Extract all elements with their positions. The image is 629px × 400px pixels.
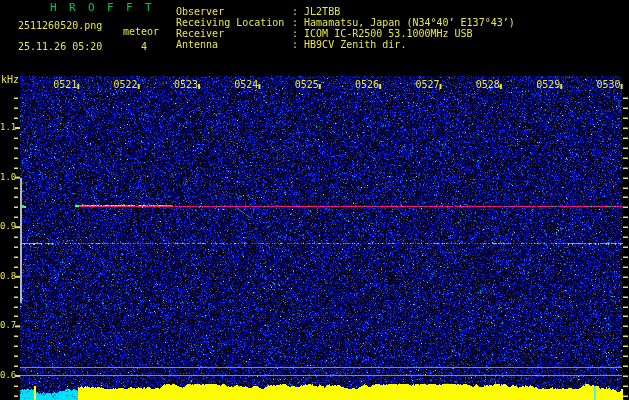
station-info: Observer: JL2TBBReceiving Location: Hama… bbox=[176, 6, 515, 50]
info-label: Receiver bbox=[176, 28, 292, 39]
hrofft-window: HROFFT 2511260520.png meteor 25.11.26 05… bbox=[0, 0, 629, 400]
info-row-3: Antenna: HB9CV Zenith dir. bbox=[176, 39, 515, 50]
x-tick-label-0526: 0526 bbox=[355, 80, 379, 90]
app-title: HROFFT bbox=[50, 1, 164, 14]
info-value: Hamamatsu, Japan (N34°40’ E137°43’) bbox=[304, 17, 515, 28]
x-tick-label-0521: 0521 bbox=[53, 80, 77, 90]
x-tick-label-0527: 0527 bbox=[415, 80, 439, 90]
y-tick-label-0.8: 0.8 bbox=[0, 272, 16, 281]
spectrogram-canvas bbox=[0, 0, 629, 400]
info-row-1: Receiving Location: Hamamatsu, Japan (N3… bbox=[176, 17, 515, 28]
info-colon: : bbox=[292, 39, 304, 50]
y-tick-label-1.0: 1.0 bbox=[0, 173, 16, 182]
info-value: HB9CV Zenith dir. bbox=[304, 39, 406, 50]
info-value: JL2TBB bbox=[304, 6, 340, 17]
mode-label: meteor bbox=[123, 26, 159, 37]
datetime-label: 25.11.26 05:20 bbox=[18, 41, 102, 52]
meteor-count: 4 bbox=[141, 41, 147, 52]
y-tick-label-0.6: 0.6 bbox=[0, 371, 16, 380]
info-row-2: Receiver: ICOM IC-R2500 53.1000MHz USB bbox=[176, 28, 515, 39]
info-colon: : bbox=[292, 28, 304, 39]
x-tick-label-0523: 0523 bbox=[174, 80, 198, 90]
output-filename: 2511260520.png bbox=[18, 20, 102, 31]
info-colon: : bbox=[292, 17, 304, 28]
x-tick-label-0524: 0524 bbox=[234, 80, 258, 90]
y-axis-unit-label: kHz bbox=[1, 74, 19, 85]
info-label: Antenna bbox=[176, 39, 292, 50]
info-value: ICOM IC-R2500 53.1000MHz USB bbox=[304, 28, 473, 39]
info-colon: : bbox=[292, 6, 304, 17]
y-tick-label-0.7: 0.7 bbox=[0, 321, 16, 330]
info-label: Receiving Location bbox=[176, 17, 292, 28]
info-label: Observer bbox=[176, 6, 292, 17]
x-tick-label-0530: 0530 bbox=[597, 80, 621, 90]
y-tick-label-1.1: 1.1 bbox=[0, 123, 16, 132]
x-tick-label-0522: 0522 bbox=[114, 80, 138, 90]
x-tick-label-0529: 0529 bbox=[536, 80, 560, 90]
x-tick-label-0525: 0525 bbox=[295, 80, 319, 90]
x-tick-label-0528: 0528 bbox=[476, 80, 500, 90]
info-row-0: Observer: JL2TBB bbox=[176, 6, 515, 17]
y-tick-label-0.9: 0.9 bbox=[0, 222, 16, 231]
